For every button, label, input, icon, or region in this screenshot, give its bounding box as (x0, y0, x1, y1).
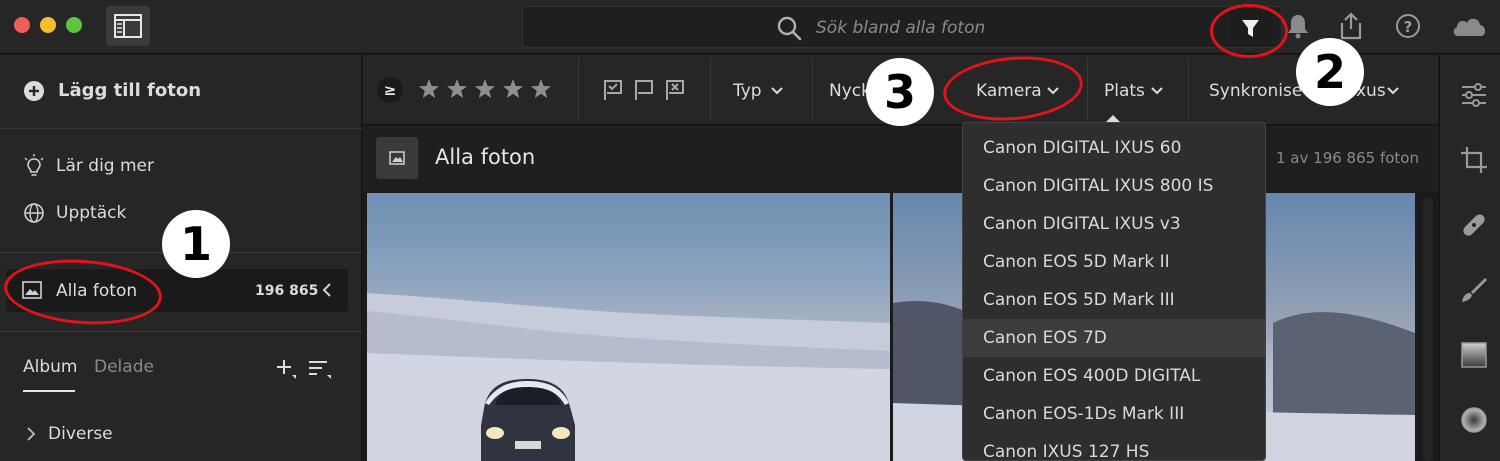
snow-landscape-image (367, 293, 890, 461)
crop-icon[interactable] (1459, 145, 1489, 175)
photo-count-text: 1 av 196 865 foton (1276, 149, 1419, 167)
page-title: Alla foton (435, 145, 536, 169)
add-circle-icon (24, 81, 44, 101)
annotation-circle-filter (1210, 4, 1288, 58)
pick-flag-icon[interactable] (601, 78, 625, 102)
photo-count: 196 865 (255, 283, 319, 299)
globe-icon (24, 203, 44, 223)
reject-flag-icon[interactable] (663, 78, 687, 102)
place-filter-button[interactable]: Plats (1104, 81, 1145, 101)
brush-icon[interactable] (1459, 275, 1489, 305)
divider (0, 331, 362, 332)
separator (710, 58, 711, 120)
photo-icon (389, 151, 405, 165)
tab-shared[interactable]: Delade (94, 357, 154, 377)
svg-text:?: ? (1404, 18, 1413, 36)
type-filter-button[interactable]: Typ (733, 81, 762, 101)
close-window-button[interactable] (14, 17, 30, 33)
keyword-filter-button[interactable]: Nyck (829, 81, 871, 101)
camera-option[interactable]: Canon EOS 5D Mark III (963, 281, 1265, 319)
photo-thumbnail[interactable] (367, 193, 890, 461)
camera-option[interactable]: Canon EOS-1Ds Mark III (963, 395, 1265, 433)
chevron-right-icon[interactable] (25, 426, 37, 442)
separator (1188, 58, 1189, 120)
annotation-badge-2: 2 (1296, 38, 1364, 106)
add-album-icon[interactable] (275, 358, 297, 380)
camera-option[interactable]: Canon DIGITAL IXUS v3 (963, 205, 1265, 243)
panel-toggle-button[interactable] (106, 6, 150, 46)
radial-gradient-icon[interactable] (1459, 405, 1489, 435)
minimize-window-button[interactable] (40, 17, 56, 33)
camera-option[interactable]: Canon EOS 7D (963, 319, 1265, 357)
share-icon[interactable] (1337, 11, 1365, 41)
lightbulb-icon (24, 154, 44, 176)
search-placeholder: Sök bland alla foton (816, 18, 986, 38)
star-rating-filter[interactable] (418, 78, 558, 106)
album-item-diverse[interactable]: Diverse (48, 424, 113, 444)
edit-tools-strip (1439, 55, 1500, 461)
star-icons (419, 79, 551, 98)
scrollbar[interactable] (1423, 198, 1433, 461)
camera-option[interactable]: Canon IXUS 127 HS (963, 433, 1265, 460)
sidebar-panel-icon (114, 14, 142, 38)
adjust-sliders-icon[interactable] (1459, 80, 1489, 110)
camera-option[interactable]: Canon DIGITAL IXUS 60 (963, 129, 1265, 167)
view-options-button[interactable] (376, 137, 418, 179)
chevron-down-icon (771, 87, 783, 95)
chevron-down-icon (1387, 87, 1399, 95)
search-icon (777, 16, 802, 41)
healing-bandage-icon[interactable] (1459, 210, 1489, 240)
cloud-icon[interactable] (1450, 12, 1490, 40)
add-photos-button[interactable]: Lägg till foton (58, 80, 201, 101)
camera-option[interactable]: Canon EOS 5D Mark II (963, 243, 1265, 281)
rating-operator-button[interactable]: ≥ (377, 77, 403, 103)
annotation-badge-1: 1 (162, 210, 230, 278)
unflagged-icon[interactable] (632, 78, 656, 102)
sort-icon[interactable] (307, 358, 333, 380)
separator (1087, 58, 1088, 120)
learn-more-link[interactable]: Lär dig mer (56, 156, 154, 176)
tab-album[interactable]: Album (23, 357, 77, 377)
chevron-left-icon[interactable] (320, 281, 334, 299)
separator (578, 58, 579, 120)
chevron-down-icon (1151, 87, 1163, 95)
camera-option[interactable]: Canon EOS 400D DIGITAL (963, 357, 1265, 395)
tab-underline (23, 390, 75, 392)
separator (812, 58, 813, 120)
linear-gradient-icon[interactable] (1459, 340, 1489, 370)
discover-link[interactable]: Upptäck (56, 203, 126, 223)
help-icon[interactable]: ? (1394, 12, 1422, 40)
annotation-badge-3: 3 (866, 58, 934, 126)
camera-dropdown-menu: Canon DIGITAL IXUS 60 Canon DIGITAL IXUS … (962, 122, 1266, 461)
bell-icon[interactable] (1285, 12, 1311, 40)
sync-filter-button[interactable]: Synkronise (1209, 81, 1302, 101)
camera-option[interactable]: Canon DIGITAL IXUS 800 IS (963, 167, 1265, 205)
zoom-window-button[interactable] (66, 17, 82, 33)
divider (0, 128, 362, 129)
